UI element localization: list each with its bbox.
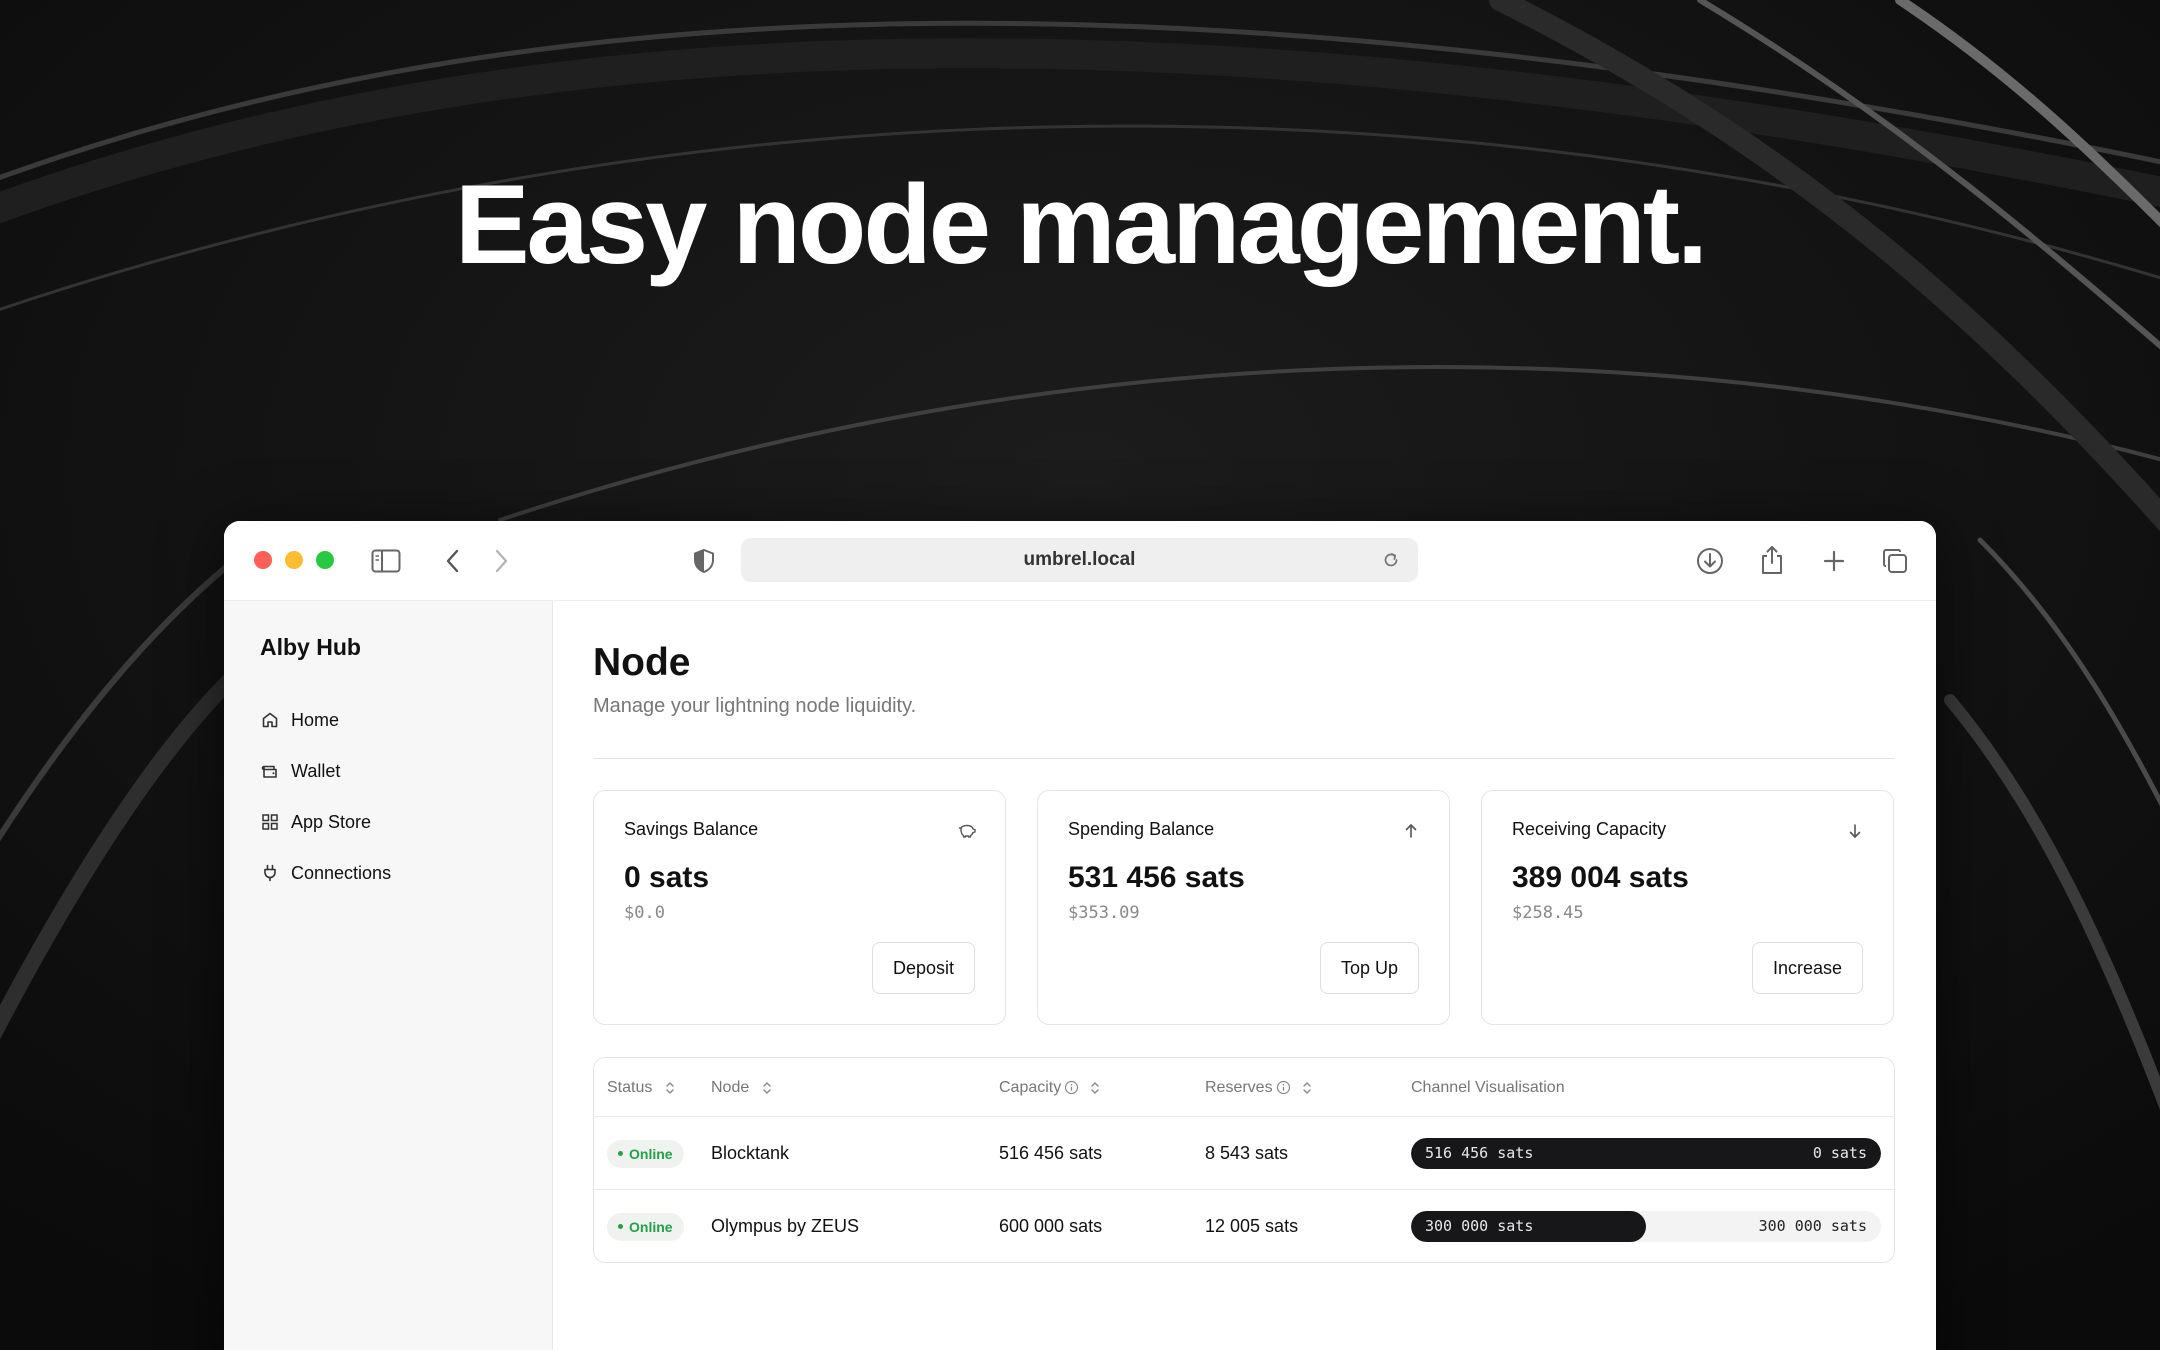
sidebar-item-home[interactable]: Home [260, 703, 339, 737]
capacity-cell: 516 456 sats [999, 1143, 1103, 1163]
app-sidebar: Alby Hub Home Wallet App Store Connectio… [224, 601, 553, 1350]
capacity-column-header[interactable]: Capacity [999, 1058, 1101, 1117]
local-balance-label: 516 456 sats [1425, 1144, 1534, 1162]
sidebar-item-label: Wallet [291, 760, 341, 781]
page-subtitle: Manage your lightning node liquidity. [593, 695, 917, 717]
channel-bar: 300 000 sats 300 000 sats [1411, 1211, 1881, 1242]
column-header-label: Status [607, 1078, 653, 1096]
address-bar[interactable]: umbrel.local [741, 538, 1418, 582]
new-tab-plus-icon[interactable] [1818, 545, 1850, 577]
table-row[interactable]: Online Olympus by ZEUS 600 000 sats 12 0… [594, 1190, 1894, 1262]
savings-balance-card: Savings Balance 0 sats $0.0 Deposit [593, 790, 1006, 1025]
close-window-button[interactable] [254, 551, 272, 569]
table-header-row: Status Node Capacity Reserves Channel Vi… [594, 1058, 1894, 1117]
deposit-button[interactable]: Deposit [871, 942, 975, 994]
column-header-label: Capacity [999, 1078, 1062, 1096]
online-status-badge: Online [607, 1139, 684, 1168]
card-value: 389 004 sats [1512, 861, 1689, 894]
reserves-cell: 12 005 sats [1205, 1216, 1299, 1236]
card-fiat-value: $353.09 [1068, 903, 1140, 923]
page-title: Node [593, 641, 691, 684]
reload-icon[interactable] [1381, 550, 1401, 570]
remote-balance-label: 0 sats [1812, 1144, 1867, 1162]
forward-arrow-icon[interactable] [487, 545, 515, 577]
status-column-header[interactable]: Status [607, 1058, 676, 1117]
table-row[interactable]: Online Blocktank 516 456 sats 8 543 sats… [594, 1117, 1894, 1190]
fullscreen-window-button[interactable] [316, 551, 334, 569]
card-fiat-value: $258.45 [1512, 903, 1584, 923]
info-icon[interactable] [1064, 1080, 1079, 1095]
card-value: 0 sats [624, 861, 710, 894]
minimize-window-button[interactable] [285, 551, 303, 569]
node-name-cell: Olympus by ZEUS [711, 1216, 860, 1236]
app-brand: Alby Hub [260, 634, 361, 660]
status-cell: Online [607, 1190, 684, 1262]
top-up-button[interactable]: Top Up [1319, 942, 1419, 994]
increase-button[interactable]: Increase [1751, 942, 1863, 994]
sidebar-item-label: Connections [291, 862, 392, 883]
home-icon [260, 710, 280, 730]
reserves-column-header[interactable]: Reserves [1205, 1058, 1313, 1117]
sort-icon [761, 1080, 773, 1096]
status-dot-icon [618, 1224, 623, 1229]
card-title: Spending Balance [1068, 819, 1215, 839]
status-dot-icon [618, 1151, 623, 1156]
sort-icon [1301, 1080, 1313, 1096]
online-status-badge: Online [607, 1212, 684, 1241]
header-divider [593, 758, 1895, 759]
browser-toolbar: umbrel.local [224, 521, 1936, 601]
column-header-label: Reserves [1205, 1078, 1273, 1096]
share-icon[interactable] [1756, 543, 1788, 577]
sidebar-item-connections[interactable]: Connections [260, 856, 391, 890]
card-fiat-value: $0.0 [624, 903, 665, 923]
receiving-capacity-card: Receiving Capacity 389 004 sats $258.45 … [1481, 790, 1894, 1025]
column-header-label: Node [711, 1078, 750, 1096]
sidebar-item-label: Home [291, 709, 340, 730]
remote-balance-label: 300 000 sats [1758, 1217, 1867, 1235]
hero-title: Easy node management. [454, 162, 1708, 287]
sort-icon [664, 1080, 676, 1096]
reserves-cell: 8 543 sats [1205, 1143, 1289, 1163]
tab-overview-icon[interactable] [1879, 545, 1911, 577]
status-label: Online [629, 1218, 673, 1235]
info-icon[interactable] [1276, 1080, 1291, 1095]
sidebar-toggle-icon[interactable] [370, 545, 402, 577]
node-name-cell: Blocktank [711, 1143, 790, 1163]
status-cell: Online [607, 1117, 684, 1190]
spending-balance-card: Spending Balance 531 456 sats $353.09 To… [1037, 790, 1450, 1025]
browser-window: umbrel.local Alby Hub Home Wallet App St… [224, 521, 1936, 1350]
status-label: Online [629, 1145, 673, 1162]
column-header-label: Channel Visualisation [1411, 1078, 1565, 1096]
privacy-shield-icon[interactable] [688, 545, 720, 577]
arrow-up-icon [1401, 821, 1421, 841]
visualisation-column-header: Channel Visualisation [1411, 1058, 1565, 1117]
wallet-icon [260, 761, 280, 781]
back-arrow-icon[interactable] [439, 545, 467, 577]
card-title: Savings Balance [624, 819, 759, 839]
grid-icon [260, 812, 280, 832]
channels-table: Status Node Capacity Reserves Channel Vi… [593, 1057, 1895, 1263]
card-value: 531 456 sats [1068, 861, 1245, 894]
capacity-cell: 600 000 sats [999, 1216, 1103, 1236]
download-icon[interactable] [1694, 545, 1726, 577]
channel-bar: 516 456 sats 0 sats [1411, 1138, 1881, 1169]
card-title: Receiving Capacity [1512, 819, 1667, 839]
plug-icon [260, 863, 280, 883]
sidebar-item-wallet[interactable]: Wallet [260, 754, 340, 788]
sort-icon [1089, 1080, 1101, 1096]
node-column-header[interactable]: Node [711, 1058, 773, 1117]
sidebar-item-app-store[interactable]: App Store [260, 805, 371, 839]
local-balance-label: 300 000 sats [1425, 1217, 1534, 1235]
piggy-bank-icon [957, 821, 977, 841]
sidebar-item-label: App Store [291, 811, 372, 832]
main-content: Node Manage your lightning node liquidit… [553, 601, 1936, 1350]
arrow-down-icon [1845, 821, 1865, 841]
url-text: umbrel.local [1023, 549, 1136, 570]
